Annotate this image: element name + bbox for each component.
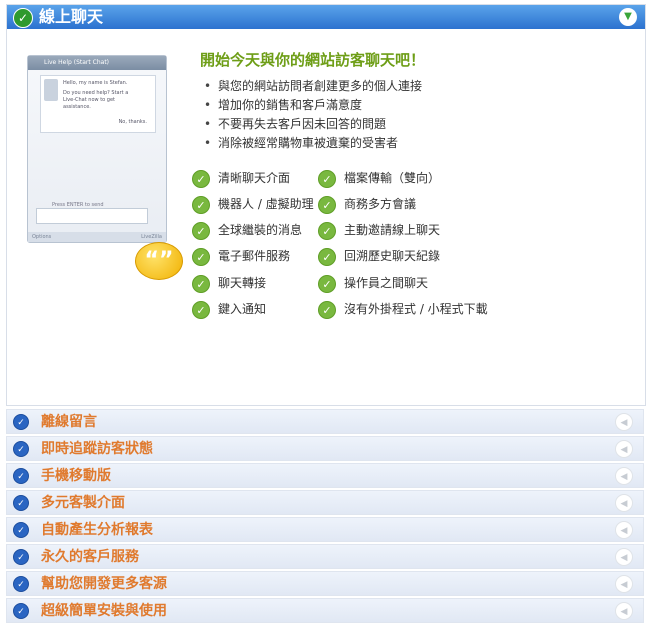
preview-question-1: Do you need help? Start a [63,90,129,96]
section-label: 永久的客戶服務 [41,549,139,565]
feature-item: ✓ 電子郵件服務 [192,246,290,266]
feature-item: ✓ 操作員之間聊天 [318,273,428,293]
speech-bubble-icon: “” [135,242,183,280]
feature-label: 操作員之間聊天 [344,276,429,290]
preview-no-thanks: No, thanks. [118,119,147,125]
feature-label: 電子郵件服務 [218,249,291,263]
feature-item: ✓ 聊天轉接 [192,273,266,293]
check-icon: ✓ [192,300,210,319]
feature-label: 聊天轉接 [218,276,267,290]
preview-message-area: Hello, my name is Stefan. Do you need he… [40,75,156,133]
check-icon: ✓ [192,195,210,214]
feature-label: 全球繼裝的消息 [218,223,303,237]
operator-avatar [44,79,58,101]
check-icon: ✓ [318,221,336,240]
check-icon: ✓ [192,221,210,240]
section-row-easy-install[interactable]: ✓ 超級簡單安裝與使用 ◀ [6,598,644,623]
chevron-left-icon[interactable]: ◀ [615,440,633,458]
feature-label: 主動邀請線上聊天 [344,223,441,237]
preview-footer: Options LiveZilla [28,232,166,242]
section-row-lead-generation[interactable]: ✓ 幫助您開發更多客源 ◀ [6,571,644,596]
section-label: 即時追蹤訪客狀態 [41,441,153,457]
chevron-down-icon[interactable]: ▼ [619,8,637,26]
section-row-custom-ui[interactable]: ✓ 多元客製介面 ◀ [6,490,644,515]
preview-footer-brand: LiveZilla [141,234,162,240]
check-badge-icon: ✓ [13,468,29,484]
check-icon: ✓ [318,169,336,188]
preview-footer-options: Options [32,234,52,240]
feature-label: 回溯歷史聊天紀錄 [344,249,441,263]
preview-question-3: assistance. [63,104,91,110]
section-label: 自動產生分析報表 [41,522,153,538]
chevron-left-icon[interactable]: ◀ [615,494,633,512]
benefit-item: 與您的網站訪問者創建更多的個人連接 [200,77,620,96]
check-icon: ✓ [192,247,210,266]
chevron-left-icon[interactable]: ◀ [615,602,633,620]
feature-item: ✓ 檔案傳輸（雙向） [318,168,440,188]
feature-label: 沒有外掛程式 / 小程式下載 [344,302,488,316]
section-label: 幫助您開發更多客源 [41,576,167,592]
section-label: 離線留言 [41,414,97,430]
check-icon: ✓ [318,195,336,214]
check-badge-icon: ✓ [13,576,29,592]
check-badge-icon: ✓ [13,603,29,619]
feature-item: ✓ 機器人 / 虛擬助理 [192,194,314,214]
benefit-item: 增加你的銷售和客戶滿意度 [200,96,620,115]
preview-title-bar: Live Help (Start Chat) [28,56,166,70]
feature-item: ✓ 鍵入通知 [192,299,266,319]
feature-label: 商務多方會議 [344,197,417,211]
section-row-visitor-tracking[interactable]: ✓ 即時追蹤訪客狀態 ◀ [6,436,644,461]
check-icon: ✓ [192,169,210,188]
chevron-left-icon[interactable]: ◀ [615,575,633,593]
feature-item: ✓ 全球繼裝的消息 [192,220,302,240]
chevron-left-icon[interactable]: ◀ [615,413,633,431]
section-label: 手機移動版 [41,468,111,484]
feature-item: ✓ 清晰聊天介面 [192,168,290,188]
panel-title: 線上聊天 [39,7,104,26]
chat-window-preview: Live Help (Start Chat) Hello, my name is… [27,55,183,280]
section-label: 多元客製介面 [41,495,125,511]
feature-label: 檔案傳輸（雙向） [344,171,441,185]
benefit-item: 消除被經常購物車被遺棄的受害者 [200,134,620,153]
check-icon: ✓ [318,274,336,293]
section-label: 超級簡單安裝與使用 [41,603,167,619]
chevron-left-icon[interactable]: ◀ [615,467,633,485]
benefit-list: 與您的網站訪問者創建更多的個人連接 增加你的銷售和客戶滿意度 不要再失去客戶因未… [200,77,620,153]
chevron-left-icon[interactable]: ◀ [615,521,633,539]
preview-question-2: Live-Chat now to get [63,97,116,103]
check-badge-icon: ✓ [13,414,29,430]
check-badge-icon: ✓ [13,522,29,538]
preview-title: Live Help (Start Chat) [44,59,110,66]
panel-header[interactable]: ✓ 線上聊天 ▼ [7,5,645,29]
feature-item: ✓ 沒有外掛程式 / 小程式下載 [318,299,488,319]
check-badge-icon: ✓ [13,441,29,457]
section-row-reports[interactable]: ✓ 自動產生分析報表 ◀ [6,517,644,542]
feature-label: 鍵入通知 [218,302,267,316]
section-row-customer-service[interactable]: ✓ 永久的客戶服務 ◀ [6,544,644,569]
check-icon: ✓ [318,247,336,266]
chevron-left-icon[interactable]: ◀ [615,548,633,566]
feature-label: 機器人 / 虛擬助理 [218,197,314,211]
section-row-mobile[interactable]: ✓ 手機移動版 ◀ [6,463,644,488]
check-badge-icon: ✓ [13,495,29,511]
main-title: 開始今天與你的網站訪客聊天吧！ [200,51,426,69]
check-circle-icon: ✓ [13,8,33,28]
check-icon: ✓ [318,300,336,319]
check-icon: ✓ [192,274,210,293]
check-badge-icon: ✓ [13,549,29,565]
feature-label: 清晰聊天介面 [218,171,291,185]
feature-item: ✓ 主動邀請線上聊天 [318,220,440,240]
feature-item: ✓ 商務多方會議 [318,194,416,214]
benefit-item: 不要再失去客戶因未回答的問題 [200,115,620,134]
feature-item: ✓ 回溯歷史聊天紀錄 [318,246,440,266]
section-row-offline-message[interactable]: ✓ 離線留言 ◀ [6,409,644,434]
preview-input [36,208,148,224]
preview-greeting: Hello, my name is Stefan. [63,80,128,86]
